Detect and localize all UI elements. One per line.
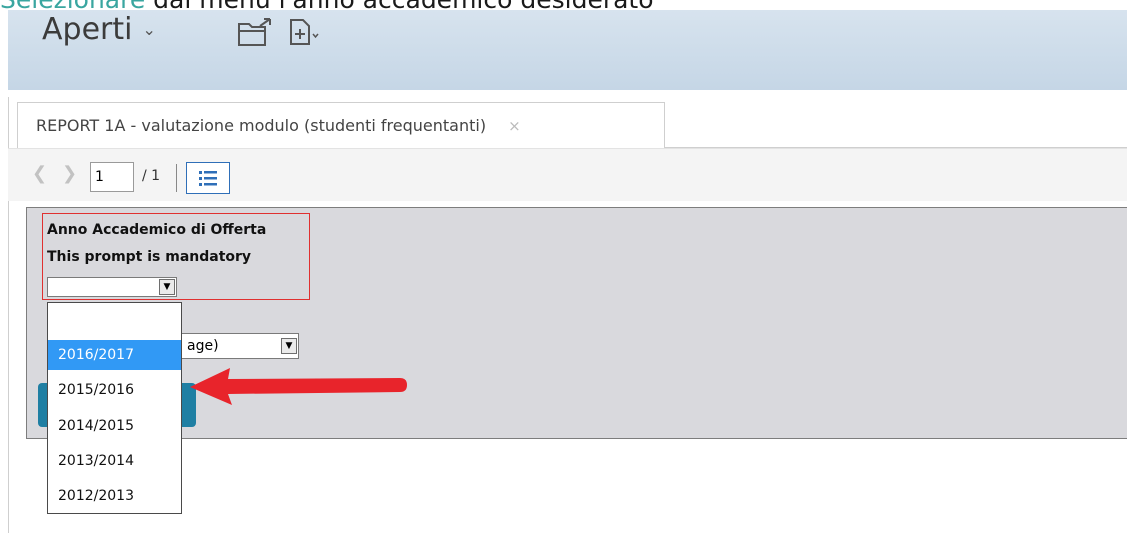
prompt-mandatory-note: This prompt is mandatory [47, 249, 252, 265]
aperti-menu-button[interactable]: Aperti ⌄ [42, 12, 156, 47]
toolbar-separator [176, 164, 177, 192]
close-tab-icon[interactable]: × [508, 117, 521, 135]
previous-page-icon[interactable]: ❮ [32, 163, 47, 184]
dropdown-arrow-icon[interactable]: ▼ [159, 279, 175, 295]
prompt-label: Anno Accademico di Offerta [47, 222, 267, 238]
tab-title: REPORT 1A - valutazione modulo (studenti… [36, 116, 487, 135]
year-option[interactable]: 2012/2013 [48, 481, 181, 511]
format-select[interactable]: age) ▼ [180, 333, 299, 359]
next-page-icon[interactable]: ❯ [62, 163, 77, 184]
year-option[interactable]: 2014/2015 [48, 411, 181, 441]
format-select-value: age) [187, 338, 219, 354]
page-total: / 1 [142, 168, 161, 184]
anno-accademico-select[interactable]: ▼ [47, 277, 177, 297]
list-icon [199, 171, 217, 186]
year-dropdown-list: 2016/2017 2015/2016 2014/2015 2013/2014 … [47, 302, 182, 514]
chevron-down-icon: ⌄ [142, 20, 156, 39]
top-bar: Aperti ⌄ [8, 10, 1127, 90]
red-pointer-arrow [190, 368, 407, 405]
page-number-input[interactable] [90, 162, 134, 192]
dropdown-arrow-icon[interactable]: ▼ [281, 338, 297, 354]
year-option[interactable] [48, 303, 181, 333]
year-option[interactable]: 2016/2017 [48, 340, 181, 370]
toc-list-button[interactable] [186, 162, 230, 194]
year-option[interactable]: 2015/2016 [48, 375, 181, 405]
open-folder-icon[interactable] [236, 18, 274, 52]
aperti-label: Aperti [42, 12, 133, 47]
new-document-icon[interactable] [288, 18, 322, 52]
tab-report-1a[interactable]: REPORT 1A - valutazione modulo (studenti… [17, 102, 665, 148]
year-option[interactable]: 2013/2014 [48, 446, 181, 476]
